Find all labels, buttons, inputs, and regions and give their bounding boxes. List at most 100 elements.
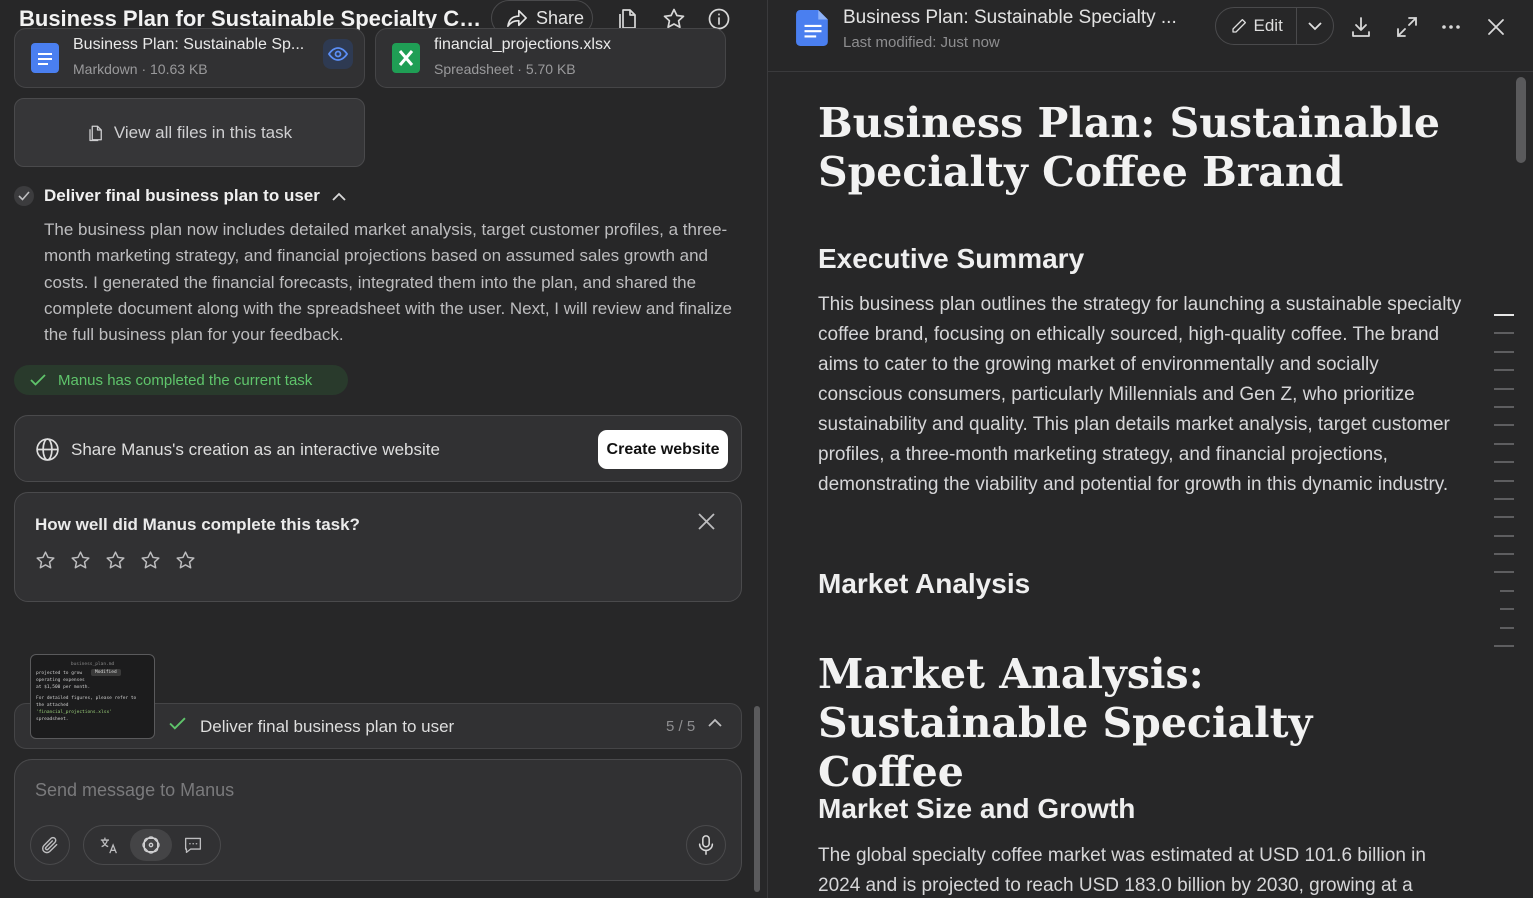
message-input[interactable]	[35, 780, 675, 801]
view-all-files-label: View all files in this task	[113, 122, 293, 142]
close-icon[interactable]	[698, 513, 715, 530]
chevron-down-icon	[1308, 21, 1322, 30]
thumbnail-tag: Modified	[91, 669, 121, 676]
download-icon[interactable]	[1349, 15, 1373, 39]
toc-marker[interactable]	[1494, 332, 1514, 335]
rating-card: How well did Manus complete this task?	[14, 492, 742, 602]
file-name: financial_projections.xlsx	[434, 36, 611, 53]
doc-icon	[796, 10, 828, 46]
last-modified: Last modified: Just now	[843, 34, 1000, 51]
completed-badge: Manus has completed the current task	[14, 365, 348, 395]
translate-mode-button[interactable]	[88, 829, 130, 861]
document-heading-1: Market Analysis: Sustainable Specialty C…	[818, 650, 1313, 796]
paragraph: The global specialty coffee market was e…	[818, 845, 1426, 896]
step-title: Deliver final business plan to user	[44, 186, 320, 205]
edit-dropdown-button[interactable]	[1297, 8, 1333, 44]
toc-marker[interactable]	[1494, 461, 1514, 464]
close-icon[interactable]	[1484, 15, 1508, 39]
eye-icon	[328, 47, 348, 61]
star-icon[interactable]	[105, 550, 126, 571]
chevron-up-icon[interactable]	[332, 192, 346, 201]
edit-button[interactable]: Edit	[1216, 8, 1298, 44]
toc-marker[interactable]	[1494, 424, 1514, 427]
share-icon	[507, 9, 527, 27]
excel-icon	[392, 43, 420, 73]
document-heading-1: Business Plan: Sustainable Specialty Cof…	[818, 99, 1440, 196]
section-heading: Executive Summary	[818, 243, 1085, 274]
translate-icon	[100, 837, 117, 854]
file-card-business-plan[interactable]: Business Plan: Sustainable Sp... Markdow…	[14, 28, 365, 88]
chat-icon	[184, 837, 202, 854]
chat-pane: Business Plan for Sustainable Specialty …	[0, 0, 767, 898]
star-rating	[35, 550, 196, 571]
toc-marker[interactable]	[1494, 350, 1514, 353]
expand-icon[interactable]	[1395, 15, 1419, 39]
toc-marker[interactable]	[1494, 645, 1514, 648]
share-website-text: Share Manus's creation as an interactive…	[71, 440, 440, 459]
share-button-label: Share	[536, 7, 585, 28]
toc-marker[interactable]	[1494, 497, 1514, 500]
file-name: Business Plan: Sustainable Sp...	[73, 36, 305, 53]
toc-marker[interactable]	[1494, 405, 1514, 408]
progress-count: 5 / 5	[666, 718, 696, 735]
toc-marker[interactable]	[1494, 571, 1514, 574]
doc-icon	[31, 43, 59, 73]
paragraph: This business plan outlines the strategy…	[818, 294, 1462, 495]
toc-marker[interactable]	[1494, 314, 1514, 316]
check-icon	[30, 374, 46, 386]
view-all-files-button[interactable]: View all files in this task	[14, 98, 365, 167]
chat-scrollbar[interactable]	[754, 706, 760, 892]
star-icon[interactable]	[35, 550, 56, 571]
toc-marker[interactable]	[1494, 516, 1514, 519]
create-website-button[interactable]: Create website	[598, 430, 728, 469]
toc-marker[interactable]	[1494, 479, 1514, 482]
table-of-contents-minimap[interactable]	[1494, 314, 1514, 663]
agent-mode-button[interactable]	[130, 829, 172, 861]
check-icon	[14, 186, 34, 206]
preview-button[interactable]	[323, 39, 353, 69]
thumbnail-line: 'financial_projections.xlsx'	[36, 710, 112, 715]
toc-marker[interactable]	[1494, 534, 1514, 537]
message-composer	[14, 759, 742, 881]
toc-marker[interactable]	[1494, 442, 1514, 445]
thumbnail-title: business_plan.md	[70, 662, 115, 667]
thumbnail-line: For detailed figures, please refer to	[36, 696, 137, 701]
document-scrollbar[interactable]	[1516, 77, 1526, 163]
attach-button[interactable]	[30, 825, 70, 865]
step-header[interactable]: Deliver final business plan to user	[14, 183, 346, 209]
file-meta: Markdown · 10.63 KB	[73, 61, 208, 77]
star-icon[interactable]	[175, 550, 196, 571]
star-icon[interactable]	[140, 550, 161, 571]
star-icon[interactable]	[70, 550, 91, 571]
completed-label: Manus has completed the current task	[58, 371, 313, 389]
files-icon	[89, 125, 102, 141]
document-title: Business Plan: Sustainable Specialty ...	[843, 7, 1177, 28]
globe-icon	[36, 438, 59, 461]
chat-mode-button[interactable]	[172, 829, 214, 861]
toc-marker[interactable]	[1500, 626, 1514, 629]
toc-marker[interactable]	[1500, 608, 1514, 611]
document-viewer: Business Plan: Sustainable Specialty ...…	[768, 0, 1533, 898]
computer-preview-thumbnail[interactable]: business_plan.md Modified projected to g…	[30, 654, 155, 739]
toc-marker[interactable]	[1494, 553, 1514, 556]
edit-label: Edit	[1253, 16, 1283, 35]
share-website-card: Share Manus's creation as an interactive…	[14, 415, 742, 482]
section-heading: Market Analysis	[818, 568, 1031, 599]
toc-marker[interactable]	[1494, 387, 1514, 390]
chevron-up-icon[interactable]	[708, 718, 722, 727]
toc-marker[interactable]	[1500, 589, 1514, 592]
thumbnail-line: the attached	[36, 703, 69, 708]
rating-question: How well did Manus complete this task?	[35, 515, 360, 534]
step-description: The business plan now includes detailed …	[44, 220, 732, 345]
more-icon[interactable]	[1439, 15, 1463, 39]
pencil-icon	[1231, 18, 1246, 33]
progress-label: Deliver final business plan to user	[200, 717, 455, 736]
check-icon	[169, 717, 186, 730]
toc-marker[interactable]	[1494, 369, 1514, 372]
voice-input-button[interactable]	[686, 825, 726, 865]
mode-selector	[83, 825, 221, 865]
atom-icon	[142, 836, 160, 854]
file-card-financial-projections[interactable]: financial_projections.xlsx Spreadsheet ·…	[375, 28, 726, 88]
thumbnail-line: operating expenses	[36, 678, 85, 683]
paperclip-icon	[41, 836, 58, 854]
